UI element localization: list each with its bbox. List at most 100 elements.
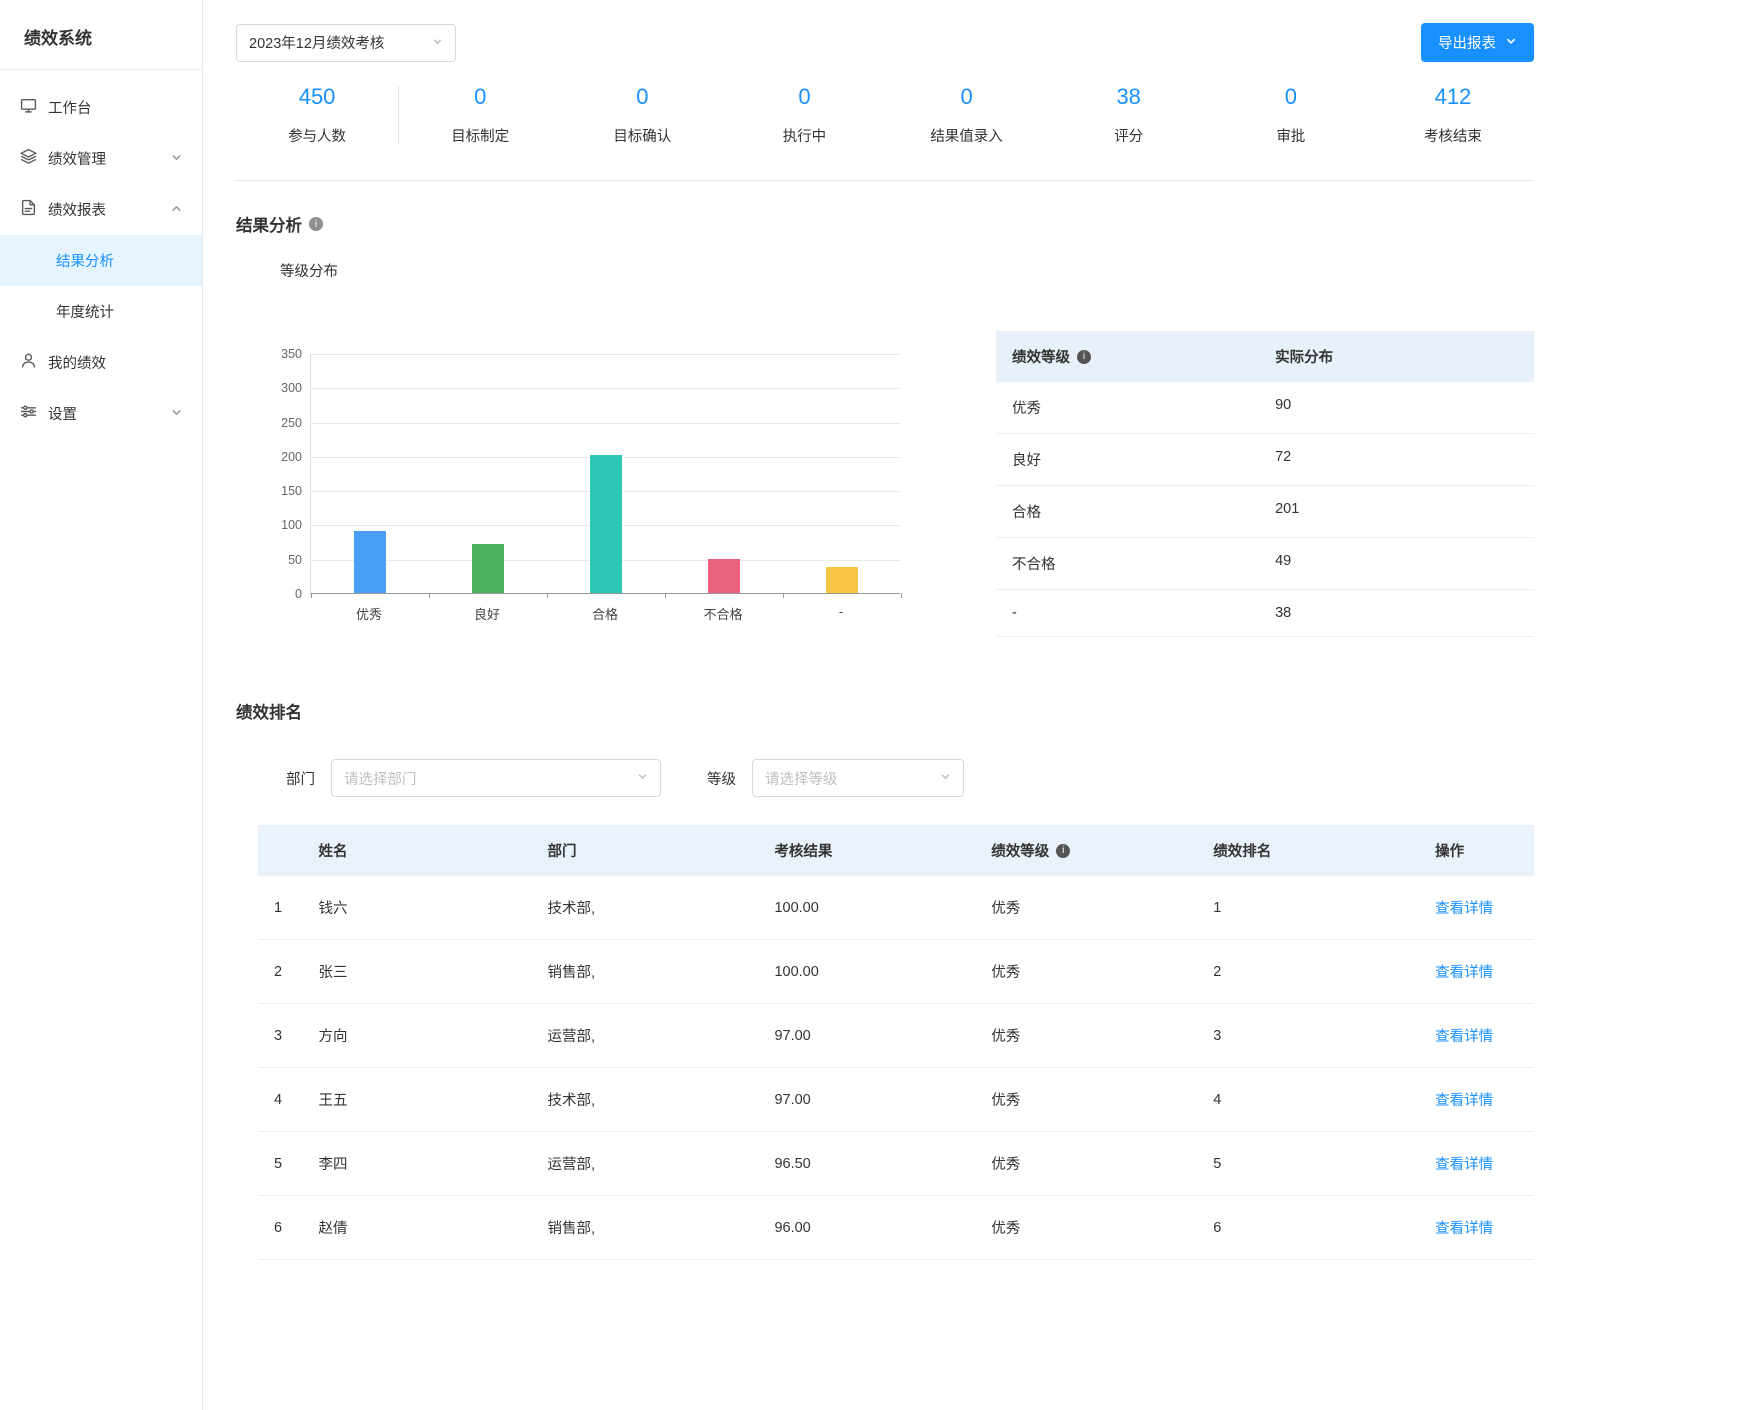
distribution-row: 不合格 49	[996, 538, 1534, 590]
assessment-score: 97.00	[774, 1004, 991, 1068]
employee-name: 方向	[319, 1004, 548, 1068]
performance-grade: 优秀	[991, 1196, 1213, 1260]
grade-filter-select[interactable]: 请选择等级	[752, 759, 964, 797]
x-tick-label: -	[782, 604, 900, 619]
x-tick-label: 不合格	[664, 604, 782, 623]
grade-filter-placeholder: 请选择等级	[765, 768, 838, 789]
employee-name: 钱六	[319, 876, 548, 940]
sidebar-subitem-annual-statistics[interactable]: 年度统计	[0, 286, 202, 337]
row-index: 2	[258, 940, 319, 1004]
section-title-result-analysis: 结果分析 i	[236, 212, 1534, 236]
grade-label: 良好	[1012, 449, 1275, 470]
distribution-table: 绩效等级 i 实际分布 优秀 90 良好 72 合格 201 不合格 49 - …	[996, 331, 1534, 637]
view-details-link[interactable]: 查看详情	[1435, 901, 1493, 917]
stat-label: 结果值录入	[886, 125, 1048, 146]
chevron-down-icon	[940, 770, 951, 786]
stat-item: 450 参与人数	[236, 84, 398, 146]
x-tick-mark	[783, 593, 784, 598]
grade-label: 合格	[1012, 501, 1275, 522]
workbench-icon	[20, 97, 37, 118]
stat-label: 执行中	[723, 125, 885, 146]
stat-value: 450	[236, 84, 398, 110]
employee-department: 运营部,	[547, 1132, 774, 1196]
stat-item: 0 目标制定	[399, 84, 561, 146]
view-details-link[interactable]: 查看详情	[1435, 965, 1493, 981]
ranking-row: 4 王五 技术部, 97.00 优秀 4 查看详情	[258, 1068, 1534, 1132]
report-icon	[20, 199, 37, 220]
view-details-link[interactable]: 查看详情	[1435, 1093, 1493, 1109]
assessment-score: 96.50	[774, 1132, 991, 1196]
app: 绩效系统 工作台 绩效管理 绩效报	[0, 0, 1759, 1410]
stat-item: 0 目标确认	[561, 84, 723, 146]
ranking-table-header-row: 姓名 部门 考核结果 绩效等级 i 绩效排名 操作	[258, 825, 1534, 876]
employee-department: 销售部,	[547, 1196, 774, 1260]
view-details-link[interactable]: 查看详情	[1435, 1029, 1493, 1045]
export-report-button[interactable]: 导出报表	[1421, 23, 1534, 62]
stat-item: 38 评分	[1048, 84, 1210, 146]
info-icon[interactable]: i	[1077, 350, 1091, 364]
employee-department: 运营部,	[547, 1004, 774, 1068]
info-icon[interactable]: i	[1056, 844, 1070, 858]
section-title-ranking: 绩效排名	[236, 699, 1534, 723]
user-icon	[20, 352, 37, 373]
header-grade: 绩效等级 i	[991, 825, 1213, 876]
info-icon[interactable]: i	[309, 217, 323, 231]
y-tick-label: 150	[262, 484, 302, 498]
department-filter-select[interactable]: 请选择部门	[331, 759, 661, 797]
export-report-label: 导出报表	[1438, 32, 1496, 53]
chevron-down-icon	[171, 151, 182, 167]
stat-item: 0 结果值录入	[886, 84, 1048, 146]
sidebar-item-performance-management[interactable]: 绩效管理	[0, 133, 202, 184]
sidebar-subitem-label: 年度统计	[56, 305, 114, 321]
sidebar-item-workbench[interactable]: 工作台	[0, 82, 202, 133]
stat-value: 38	[1048, 84, 1210, 110]
employee-name: 李四	[319, 1132, 548, 1196]
stat-label: 评分	[1048, 125, 1210, 146]
layers-icon	[20, 148, 37, 169]
row-index: 3	[258, 1004, 319, 1068]
ranking-table-body: 1 钱六 技术部, 100.00 优秀 1 查看详情 2 张三 销售部, 100…	[258, 876, 1534, 1260]
header-name: 姓名	[319, 825, 548, 876]
grade-count: 38	[1275, 605, 1291, 621]
y-tick-label: 100	[262, 518, 302, 532]
stat-label: 目标制定	[399, 125, 561, 146]
sidebar: 绩效系统 工作台 绩效管理 绩效报	[0, 0, 203, 1410]
row-index: 5	[258, 1132, 319, 1196]
x-tick-mark	[429, 593, 430, 598]
sidebar-item-label: 设置	[48, 403, 77, 424]
chart-bar-4	[708, 559, 740, 593]
stat-label: 参与人数	[236, 125, 398, 146]
distribution-table-body: 优秀 90 良好 72 合格 201 不合格 49 - 38	[996, 382, 1534, 637]
gridline	[311, 388, 900, 389]
chart-subtitle: 等级分布	[280, 260, 1534, 281]
assessment-period-select[interactable]: 2023年12月绩效考核	[236, 24, 456, 62]
header-score: 考核结果	[774, 825, 991, 876]
x-tick-label: 良好	[428, 604, 546, 623]
assessment-score: 97.00	[774, 1068, 991, 1132]
stat-item: 0 审批	[1210, 84, 1372, 146]
stat-value: 412	[1372, 84, 1534, 110]
grade-count: 201	[1275, 501, 1299, 522]
x-tick-mark	[901, 593, 902, 598]
view-details-link[interactable]: 查看详情	[1435, 1221, 1493, 1237]
header-department: 部门	[547, 825, 774, 876]
assessment-score: 100.00	[774, 876, 991, 940]
sidebar-item-performance-reports[interactable]: 绩效报表	[0, 184, 202, 235]
performance-rank: 1	[1213, 876, 1435, 940]
x-tick-mark	[665, 593, 666, 598]
x-tick-mark	[311, 593, 312, 598]
grade-count: 90	[1275, 397, 1291, 418]
performance-grade: 优秀	[991, 940, 1213, 1004]
row-index: 6	[258, 1196, 319, 1260]
sidebar-item-my-performance[interactable]: 我的绩效	[0, 337, 202, 388]
sidebar-subitem-result-analysis[interactable]: 结果分析	[0, 235, 202, 286]
sidebar-item-settings[interactable]: 设置	[0, 388, 202, 439]
main-content: 2023年12月绩效考核 导出报表 450 参与人数 0 目标制定 0 目标确认…	[203, 0, 1759, 1410]
sidebar-item-label: 工作台	[48, 97, 92, 118]
result-analysis-section: 结果分析 i 等级分布 050100150200250300350优秀良好合格不…	[236, 181, 1534, 637]
row-index: 1	[258, 876, 319, 940]
x-tick-label: 优秀	[310, 604, 428, 623]
stat-value: 0	[1210, 84, 1372, 110]
view-details-link[interactable]: 查看详情	[1435, 1157, 1493, 1173]
department-filter-label: 部门	[286, 768, 315, 789]
